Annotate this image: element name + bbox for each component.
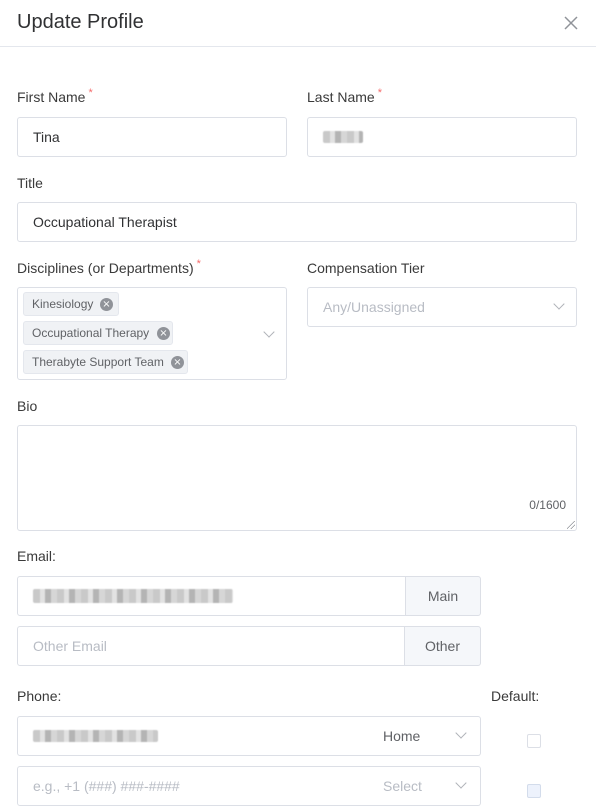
tag-occupational-therapy: Occupational Therapy × [23,321,173,345]
bio-label: Bio [17,398,38,414]
first-name-input[interactable] [33,118,286,156]
last-name-label-text: Last Name [307,89,375,105]
default-phone-checkbox[interactable] [527,734,541,748]
other-email-input[interactable] [33,627,404,665]
required-mark: * [377,87,382,99]
title-field[interactable] [17,202,577,242]
compensation-select[interactable] [307,287,577,327]
bio-char-counter: 0/1600 [529,498,566,512]
first-name-field[interactable] [17,117,287,157]
tag-close-icon[interactable]: × [100,298,113,311]
tag-label: Therabyte Support Team [32,355,164,369]
chevron-down-icon [263,326,275,338]
phone-number-field-2[interactable] [17,766,368,806]
title-label: Title [17,175,43,191]
default-phone-checkbox-2[interactable] [527,784,541,798]
title-input[interactable] [33,203,576,241]
other-email-field[interactable] [17,626,405,666]
redacted-phone-number [33,730,158,742]
bio-textarea[interactable]: 0/1600 [17,425,577,531]
tag-close-icon[interactable]: × [157,327,170,340]
tag-kinesiology: Kinesiology × [23,292,119,316]
chevron-down-icon [455,727,467,739]
disciplines-label: Disciplines (or Departments) * [17,258,201,276]
close-icon[interactable] [562,14,580,32]
dialog-title: Update Profile [17,11,144,33]
phone-label: Phone: [17,688,62,704]
compensation-input[interactable] [323,288,576,326]
email-other-addon: Other [404,626,481,666]
compensation-label: Compensation Tier [307,260,425,276]
phone-type-placeholder: Select [383,778,422,794]
phone-type-select-2[interactable]: Select [367,766,481,806]
disciplines-label-text: Disciplines (or Departments) [17,260,194,276]
email-main-addon: Main [405,576,481,616]
tag-therabyte-support-team: Therabyte Support Team × [23,350,188,374]
required-mark: * [196,258,201,270]
tag-label: Kinesiology [32,297,94,311]
required-mark: * [88,87,93,99]
first-name-label-text: First Name [17,89,86,105]
tag-close-icon[interactable]: × [171,356,184,369]
dialog-header: Update Profile [0,0,596,47]
phone-type-select[interactable]: Home [367,716,481,756]
redacted-last-name [323,131,363,143]
redacted-main-email [33,589,233,603]
last-name-label: Last Name * [307,87,382,105]
resize-handle-icon[interactable] [567,521,575,529]
phone-number-field[interactable] [17,716,368,756]
tag-label: Occupational Therapy [32,326,150,340]
last-name-field[interactable] [307,117,577,157]
email-label: Email: [17,548,56,564]
first-name-label: First Name * [17,87,93,105]
phone-number-input[interactable] [33,767,367,805]
chevron-down-icon [455,777,467,789]
default-label: Default: [491,688,540,704]
main-email-field[interactable] [17,576,406,616]
disciplines-select[interactable]: Kinesiology × Occupational Therapy × The… [17,287,287,380]
phone-type-value: Home [383,728,421,744]
